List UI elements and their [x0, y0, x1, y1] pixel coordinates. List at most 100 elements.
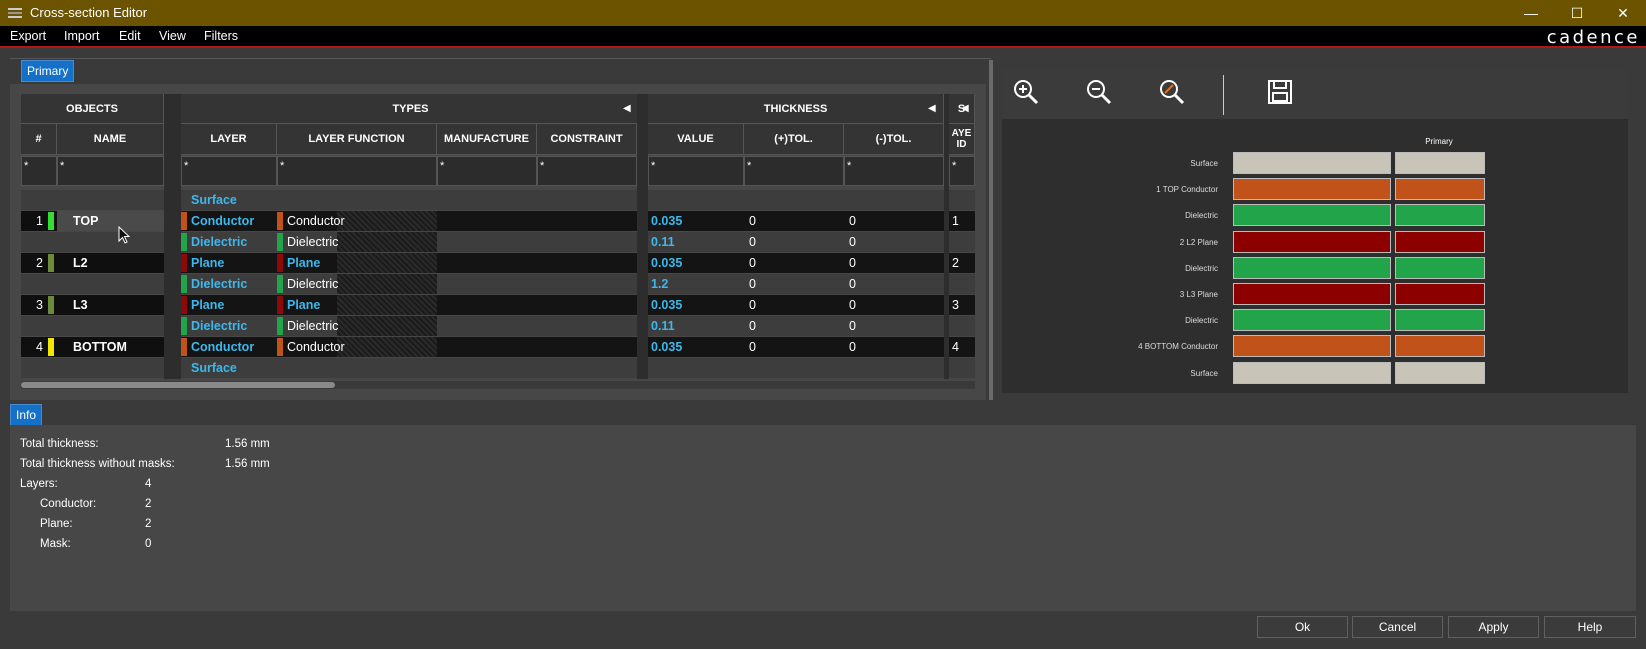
row-plus-tol[interactable]: 0 [744, 253, 844, 273]
filter-minus-tol[interactable]: * [844, 156, 944, 186]
preview-layer-bar[interactable] [1233, 230, 1391, 253]
row-layer[interactable]: Dielectric [191, 274, 277, 294]
apply-button[interactable]: Apply [1448, 616, 1539, 638]
col-name[interactable]: NAME [57, 124, 164, 155]
preview-layer-bar[interactable] [1233, 283, 1391, 305]
row-layer[interactable]: Plane [191, 295, 277, 315]
collapse-types-icon[interactable]: ◀ [623, 103, 631, 114]
row-plus-tol[interactable]: 0 [744, 211, 844, 231]
preview-layer-bar[interactable] [1233, 361, 1391, 384]
row-layer[interactable]: Plane [191, 253, 277, 273]
zoom-fit-icon[interactable] [1159, 79, 1185, 105]
col-minus-tol[interactable]: (-)TOL. [844, 124, 944, 155]
row-minus-tol[interactable]: 0 [844, 253, 944, 273]
row-layer[interactable]: Conductor [191, 211, 277, 231]
row-layer-function[interactable]: Plane [287, 253, 437, 273]
row-plus-tol[interactable]: 0 [744, 274, 844, 294]
row-value[interactable]: 1.2 [648, 274, 744, 294]
filter-name[interactable]: * [57, 156, 164, 186]
col-layer-function[interactable]: LAYER FUNCTION [277, 124, 437, 155]
menu-import[interactable]: Import [64, 29, 99, 43]
preview-layer-bar-primary[interactable] [1395, 361, 1485, 384]
preview-layer-bar-primary[interactable] [1395, 152, 1485, 174]
menu-edit[interactable]: Edit [119, 29, 141, 43]
preview-layer-bar-primary[interactable] [1395, 178, 1485, 201]
row-name[interactable]: L3 [57, 295, 164, 315]
preview-layer-bar[interactable] [1233, 204, 1391, 227]
menu-export[interactable]: Export [10, 29, 46, 43]
close-icon[interactable]: ✕ [1600, 0, 1646, 26]
filter-manufacture[interactable]: * [437, 156, 537, 186]
filter-constraint[interactable]: * [537, 156, 637, 186]
filter-layer[interactable]: * [181, 156, 277, 186]
preview-layer-bar-primary[interactable] [1395, 230, 1485, 253]
col-manufacture[interactable]: MANUFACTURE [437, 124, 537, 155]
preview-layer-bar[interactable] [1233, 152, 1391, 174]
row-layer-function[interactable]: Conductor [287, 211, 437, 231]
row-layer[interactable]: Dielectric [191, 232, 277, 252]
help-button[interactable]: Help [1544, 616, 1636, 638]
zoom-in-icon[interactable] [1013, 79, 1039, 105]
h-scrollbar-thumb[interactable] [21, 382, 335, 388]
filter-plus-tol[interactable]: * [744, 156, 844, 186]
row-value[interactable]: 0.035 [648, 253, 744, 273]
zoom-out-icon[interactable] [1086, 79, 1112, 105]
row-plus-tol[interactable]: 0 [744, 316, 844, 336]
col-layer[interactable]: LAYER [181, 124, 277, 155]
row-layer-function[interactable]: Dielectric [287, 232, 437, 252]
collapse-thickness-icon[interactable]: ◀ [928, 103, 936, 114]
preview-layer-bar[interactable] [1233, 178, 1391, 201]
ok-button[interactable]: Ok [1257, 616, 1348, 638]
row-minus-tol[interactable]: 0 [844, 337, 944, 357]
row-layer-function[interactable]: Conductor [287, 337, 437, 357]
save-icon[interactable] [1267, 79, 1293, 105]
preview-layer-bar-primary[interactable] [1395, 204, 1485, 227]
row-name[interactable]: L2 [57, 253, 164, 273]
preview-layer-bar-primary[interactable] [1395, 256, 1485, 279]
row-plus-tol[interactable]: 0 [744, 232, 844, 252]
col-plus-tol[interactable]: (+)TOL. [744, 124, 844, 155]
row-value[interactable]: 0.035 [648, 211, 744, 231]
col-value[interactable]: VALUE [648, 124, 744, 155]
row-minus-tol[interactable]: 0 [844, 316, 944, 336]
filter-num[interactable]: * [21, 156, 57, 186]
row-value[interactable]: 0.11 [648, 232, 744, 252]
preview-layer-bar-primary[interactable] [1395, 309, 1485, 332]
preview-layer-bar[interactable] [1233, 309, 1391, 332]
row-value[interactable]: 0.035 [648, 337, 744, 357]
splitter[interactable] [989, 60, 993, 400]
menu-filters[interactable]: Filters [204, 29, 238, 43]
row-name[interactable]: BOTTOM [57, 337, 164, 357]
minimize-icon[interactable]: — [1508, 0, 1554, 26]
row-minus-tol[interactable]: 0 [844, 211, 944, 231]
menu-view[interactable]: View [159, 29, 186, 43]
row-plus-tol[interactable]: 0 [744, 337, 844, 357]
row-value[interactable]: 0.035 [648, 295, 744, 315]
row-minus-tol[interactable]: 0 [844, 232, 944, 252]
row-minus-tol[interactable]: 0 [844, 295, 944, 315]
row-plus-tol[interactable]: 0 [744, 295, 844, 315]
col-layer-id[interactable]: AYE ID [949, 124, 975, 155]
row-value[interactable]: 0.11 [648, 316, 744, 336]
tab-info[interactable]: Info [10, 404, 43, 426]
row-minus-tol[interactable]: 0 [844, 274, 944, 294]
row-layer[interactable]: Surface [191, 190, 277, 210]
preview-layer-bar[interactable] [1233, 335, 1391, 358]
maximize-icon[interactable]: ☐ [1554, 0, 1600, 26]
col-constraint[interactable]: CONSTRAINT [537, 124, 637, 155]
row-layer[interactable]: Conductor [191, 337, 277, 357]
filter-layer-id[interactable]: * [949, 156, 975, 186]
col-num[interactable]: # [21, 124, 57, 155]
row-layer-function[interactable]: Dielectric [287, 274, 437, 294]
row-layer-function[interactable]: Plane [287, 295, 437, 315]
preview-layer-bar-primary[interactable] [1395, 335, 1485, 358]
row-layer[interactable]: Surface [191, 358, 277, 378]
preview-layer-bar[interactable] [1233, 256, 1391, 279]
cancel-button[interactable]: Cancel [1352, 616, 1443, 638]
row-name[interactable]: TOP [57, 211, 164, 231]
preview-layer-bar-primary[interactable] [1395, 283, 1485, 305]
row-layer-function[interactable]: Dielectric [287, 316, 437, 336]
h-scrollbar[interactable] [21, 381, 975, 389]
row-layer[interactable]: Dielectric [191, 316, 277, 336]
filter-value[interactable]: * [648, 156, 744, 186]
